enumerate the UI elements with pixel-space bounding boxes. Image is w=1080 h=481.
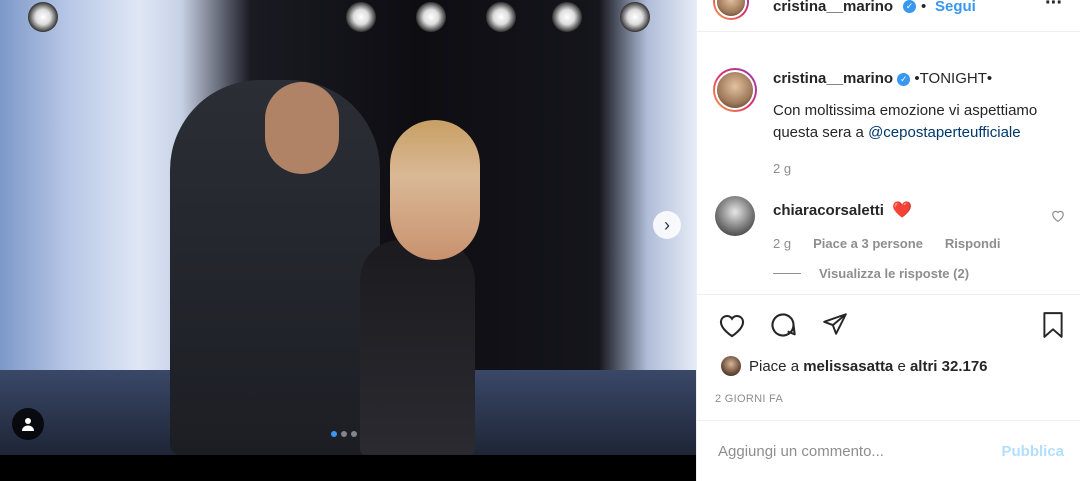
caption-line-2-text: questa sera a [773, 124, 869, 141]
add-comment-input[interactable]: Aggiungi un commento... [718, 443, 884, 460]
comment-bubble-icon[interactable] [769, 311, 797, 339]
post-actions [697, 310, 1080, 344]
comment-text: ❤️ [892, 202, 913, 219]
author-avatar[interactable] [713, 0, 749, 20]
mention-link[interactable]: @cepostaperteufficiale [868, 124, 1021, 141]
verified-badge-icon: ✓ [897, 72, 911, 86]
actions-divider [697, 294, 1080, 295]
user-icon [22, 418, 34, 431]
caption-username[interactable]: cristina__marino [773, 70, 893, 87]
view-replies-label: Visualizza le risposte (2) [819, 266, 970, 281]
carousel-dot [331, 431, 337, 437]
comment-time[interactable]: 2 g [773, 236, 791, 251]
header-divider [697, 31, 1080, 32]
comment-body: chiaracorsaletti ❤️ [773, 200, 912, 220]
post-image[interactable]: › [0, 0, 696, 455]
replies-line [773, 273, 801, 274]
chevron-right-icon: › [664, 214, 670, 235]
caption-line-1: Con moltissima emozione vi aspettiamo [773, 102, 1038, 119]
likes-conj: e [897, 357, 906, 375]
post-header: cristina__marino ✓ • Segui ··· [697, 0, 1080, 20]
more-horizontal-icon[interactable]: ··· [1045, 0, 1063, 15]
share-paper-plane-icon[interactable] [821, 311, 849, 337]
caption-line-2: questa sera a @cepostaperteufficiale [773, 122, 1073, 144]
like-heart-icon[interactable] [718, 312, 746, 338]
man-head [265, 82, 339, 174]
carousel-dot [351, 431, 357, 437]
comment-likes[interactable]: Piace a 3 persone [813, 236, 923, 251]
commenter-username[interactable]: chiaracorsaletti [773, 202, 884, 219]
author-username[interactable]: cristina__marino [773, 0, 893, 15]
liker-avatar[interactable] [721, 356, 741, 376]
carousel-indicator [331, 431, 357, 437]
caption-body: cristina__marino ✓ •TONIGHT• Con moltiss… [773, 68, 1073, 180]
likes-prefix: Piace a [749, 357, 800, 375]
verified-badge-icon: ✓ [903, 0, 916, 13]
tagged-users-button[interactable] [12, 408, 44, 440]
liker-username[interactable]: melissasatta [803, 358, 893, 375]
publish-button[interactable]: Pubblica [1001, 443, 1064, 460]
header-separator: • [921, 0, 927, 15]
carousel-dot [341, 431, 347, 437]
post-timestamp[interactable]: 2 GIORNI FA [715, 393, 783, 405]
reply-button[interactable]: Rispondi [945, 236, 1001, 251]
next-slide-button[interactable]: › [653, 211, 681, 239]
caption-avatar[interactable] [713, 68, 757, 112]
woman-head [390, 120, 480, 260]
caption-time[interactable]: 2 g [773, 158, 1073, 180]
caption-message: Con moltissima emozione vi aspettiamo qu… [773, 100, 1073, 144]
follow-button[interactable]: Segui [935, 0, 976, 15]
comment-item: chiaracorsaletti ❤️ 2 g Piace a 3 person… [713, 196, 1073, 286]
post-sidebar: cristina__marino ✓ • Segui ··· cristina_… [696, 0, 1080, 481]
save-bookmark-icon[interactable] [1042, 311, 1064, 339]
caption-title: •TONIGHT• [914, 70, 993, 87]
comment-like-heart-icon[interactable] [1051, 209, 1065, 222]
commenter-avatar[interactable] [715, 196, 755, 236]
comment-meta: 2 g Piace a 3 persone Rispondi [773, 236, 1001, 251]
stage-lights [0, 0, 696, 40]
view-replies-button[interactable]: Visualizza le risposte (2) [773, 266, 969, 281]
likes-others[interactable]: altri 32.176 [910, 358, 988, 375]
comment-divider [697, 420, 1080, 421]
woman-figure [360, 240, 475, 455]
likes-summary: Piace a melissasatta e altri 32.176 [721, 356, 988, 376]
